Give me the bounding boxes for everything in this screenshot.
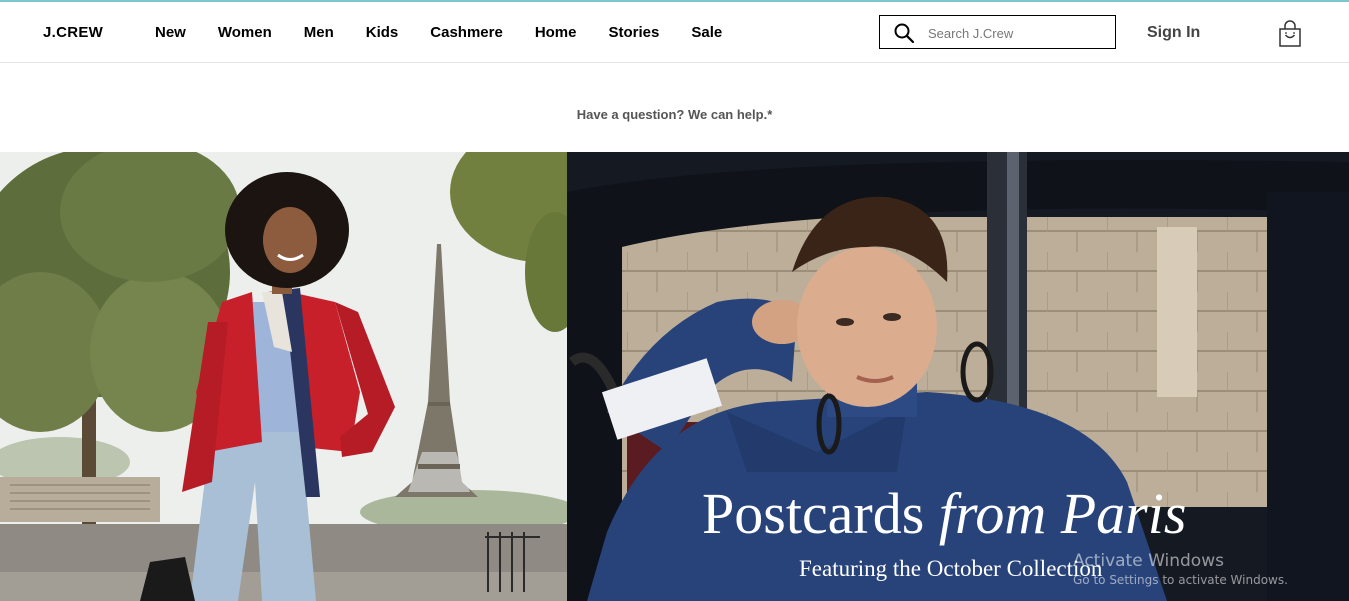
nav-item-women[interactable]: Women [218, 24, 272, 41]
activate-windows-title: Activate Windows [1073, 551, 1224, 571]
search-box [879, 15, 1116, 49]
shopping-bag-icon[interactable] [1278, 20, 1302, 48]
activate-windows-subtitle: Go to Settings to activate Windows. [1073, 573, 1288, 587]
nav-item-cashmere[interactable]: Cashmere [430, 24, 503, 41]
hero-left-image[interactable] [0, 152, 567, 601]
nav-item-sale[interactable]: Sale [691, 24, 722, 41]
search-icon[interactable] [893, 22, 915, 44]
hero-title-italic: from Paris [938, 481, 1187, 546]
nav-item-stories[interactable]: Stories [609, 24, 660, 41]
nav-item-home[interactable]: Home [535, 24, 577, 41]
site-header: J.CREW New Women Men Kids Cashmere Home … [0, 2, 1349, 63]
hero-right-image[interactable]: Postcards from Paris Featuring the Octob… [567, 152, 1349, 601]
help-banner-text[interactable]: Have a question? We can help.* [577, 107, 773, 122]
hero-subtitle[interactable]: Featuring the October Collection [799, 556, 1102, 582]
help-banner[interactable]: Have a question? We can help.* [0, 107, 1349, 122]
nav-item-men[interactable]: Men [304, 24, 334, 41]
hero-title[interactable]: Postcards from Paris [567, 480, 1349, 547]
nav-item-new[interactable]: New [155, 24, 186, 41]
sign-in-link[interactable]: Sign In [1147, 24, 1200, 42]
search-input[interactable] [928, 22, 1108, 44]
woman-red-cardigan-eiffel-tower-photo [0, 152, 567, 601]
hero-section: Postcards from Paris Featuring the Octob… [0, 152, 1349, 601]
hero-title-regular: Postcards [702, 481, 925, 546]
main-nav: New Women Men Kids Cashmere Home Stories… [155, 24, 754, 41]
nav-item-kids[interactable]: Kids [366, 24, 399, 41]
activate-windows-watermark: Activate Windows Go to Settings to activ… [1073, 551, 1288, 587]
jcrew-logo[interactable]: J.CREW [43, 24, 103, 41]
